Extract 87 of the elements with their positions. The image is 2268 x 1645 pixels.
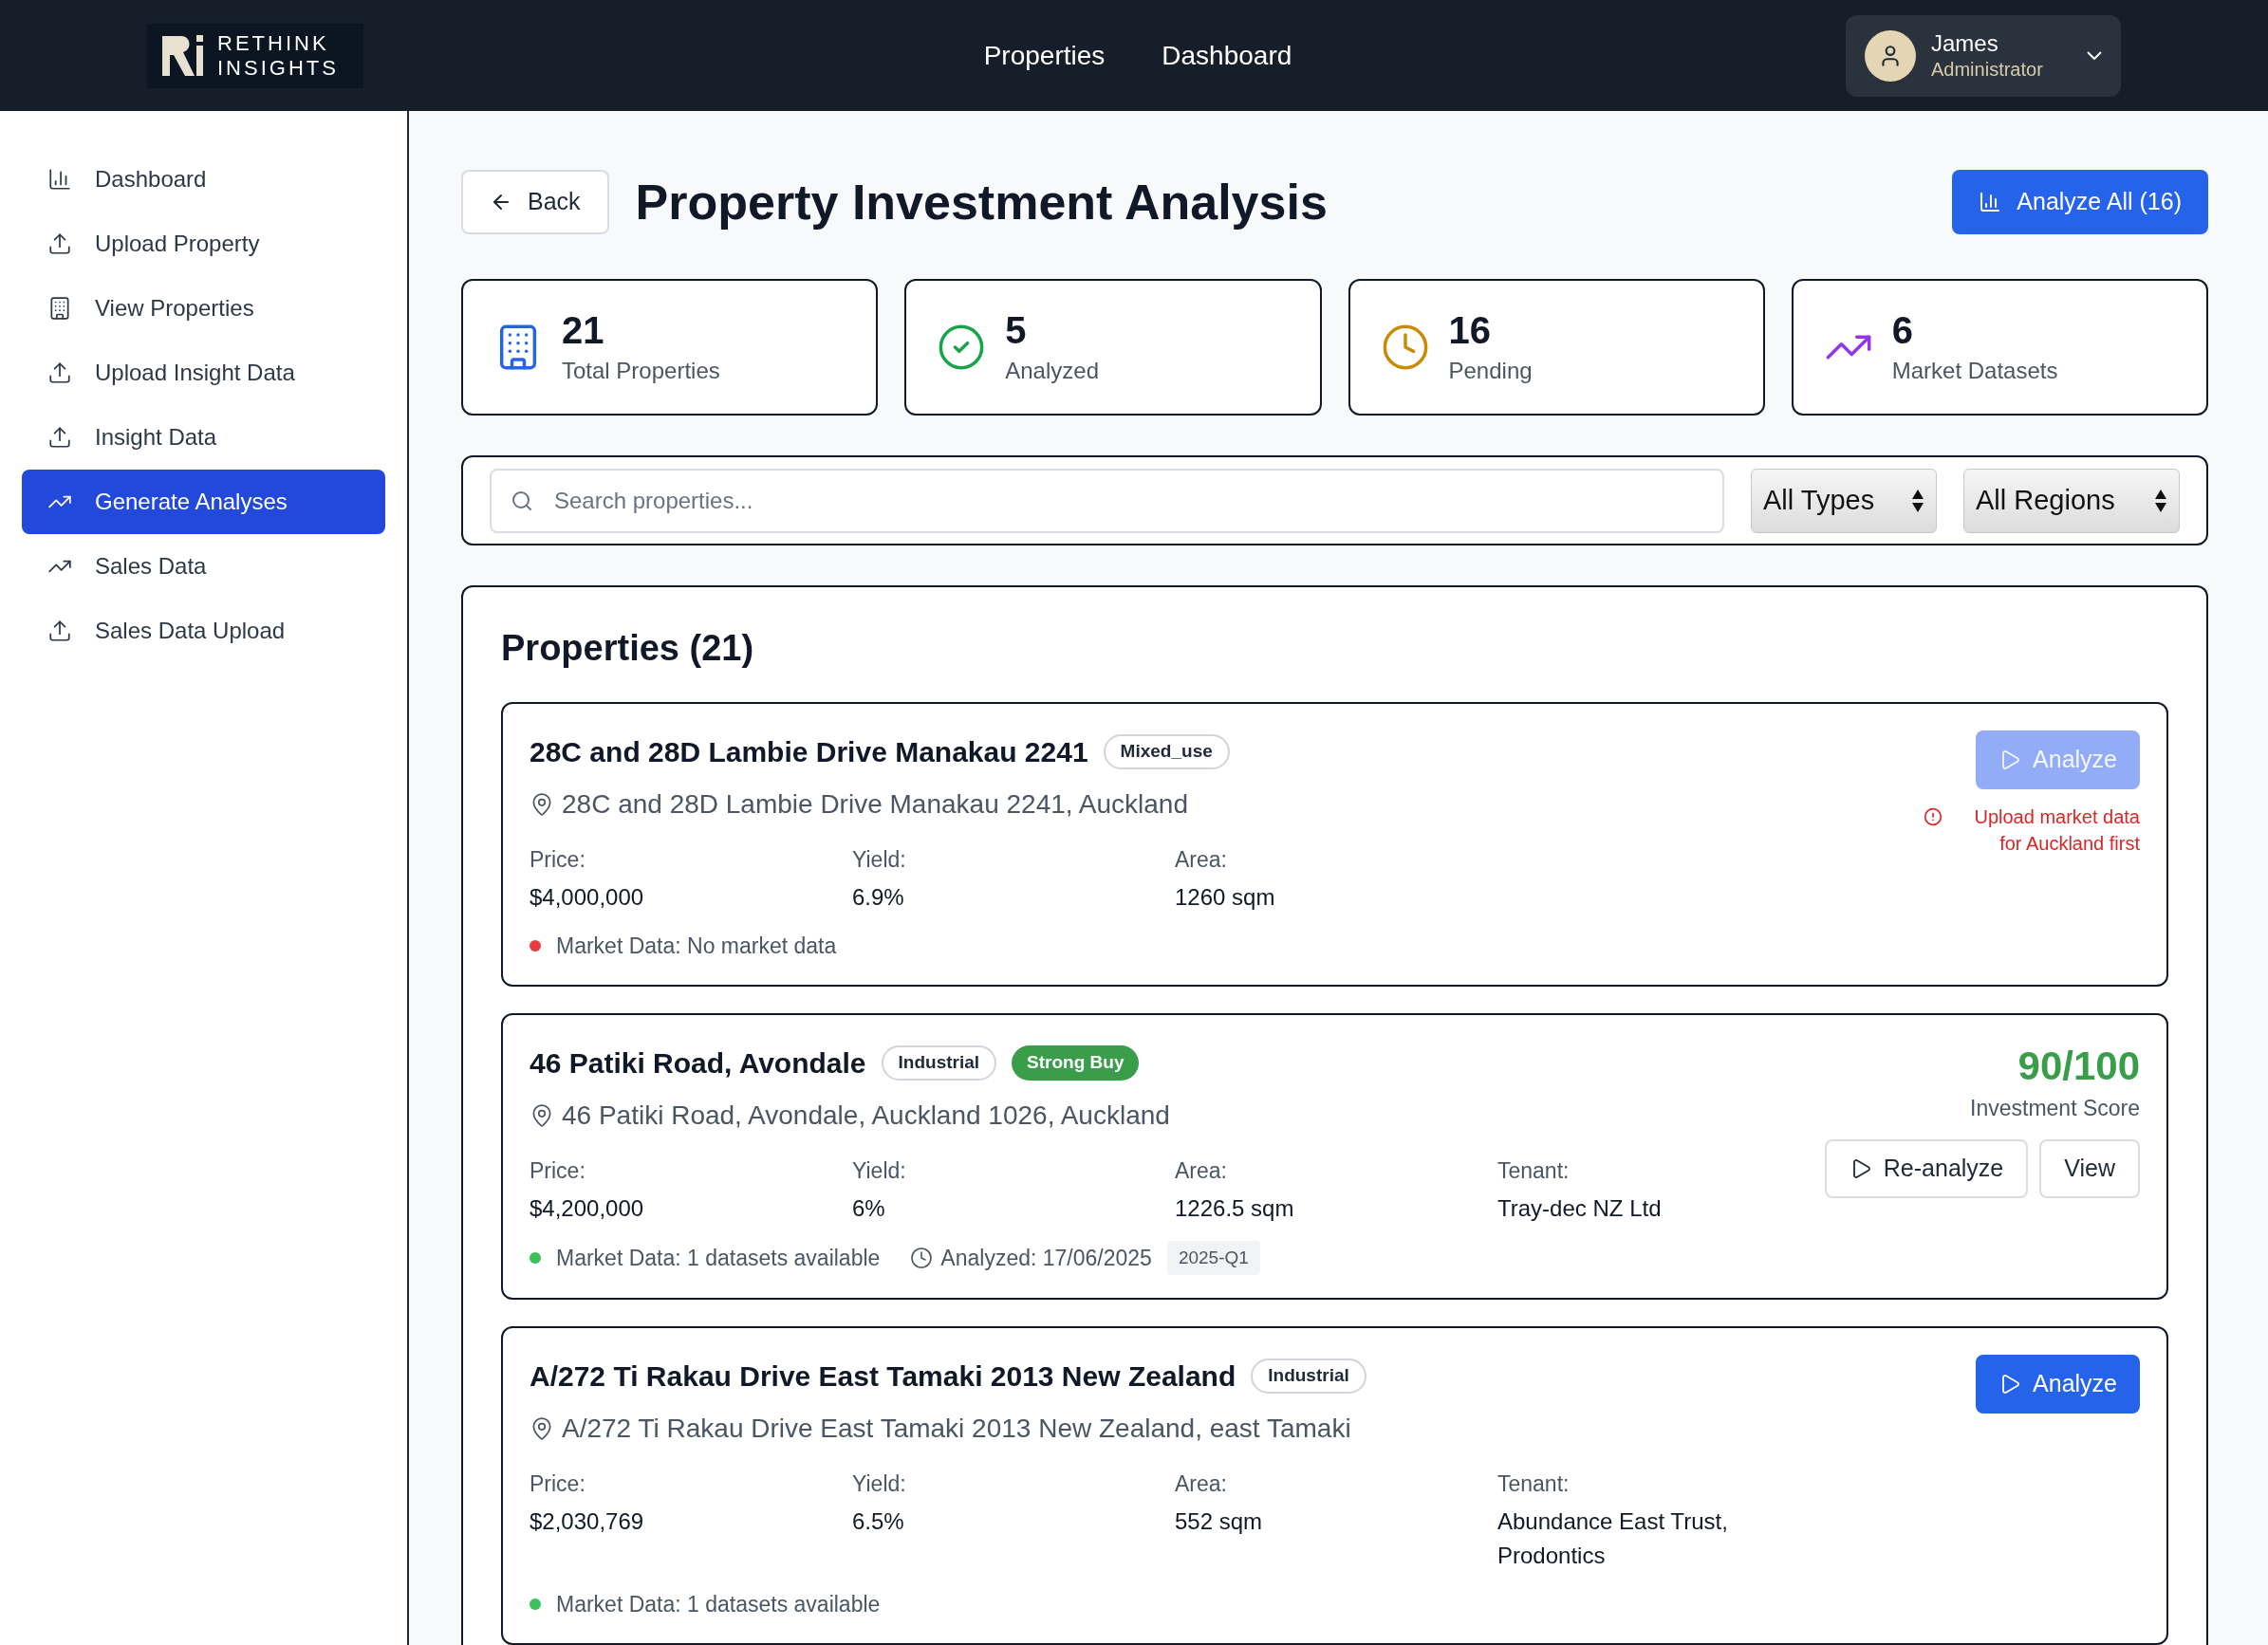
recommendation-tag: Strong Buy xyxy=(1012,1045,1140,1081)
score-label: Investment Score xyxy=(1970,1094,2140,1122)
field-value: Tray-dec NZ Ltd xyxy=(1497,1193,1663,1223)
upload-icon xyxy=(47,425,72,450)
sidebar-item[interactable]: Generate Analyses xyxy=(22,470,385,534)
upload-icon xyxy=(47,231,72,256)
market-data-status: Market Data: No market data xyxy=(556,932,837,960)
stat-label: Pending xyxy=(1448,357,1533,385)
property-title: 28C and 28D Lambie Drive Manakau 2241 xyxy=(530,735,1088,769)
field-label: Yield: xyxy=(852,846,907,874)
field-label: Tenant: xyxy=(1497,1470,1571,1498)
building-icon xyxy=(47,296,72,321)
stat-value: 5 xyxy=(1005,308,1028,353)
field-label: Price: xyxy=(530,1470,586,1498)
play-button[interactable]: Re-analyze xyxy=(1824,1139,2029,1198)
property-address: A/272 Ti Rakau Drive East Tamaki 2013 New Zealand, east Tamaki xyxy=(562,1413,1351,1445)
user-role: Administrator xyxy=(1931,58,2044,82)
field-label: Price: xyxy=(530,1157,586,1185)
quarter-tag: 2025-Q1 xyxy=(1166,1240,1260,1275)
stat-value: 6 xyxy=(1891,308,1914,353)
logo-text: RETHINK xyxy=(217,32,330,54)
back-button[interactable]: Back xyxy=(461,170,609,234)
field-value: 1226.5 sqm xyxy=(1175,1193,1295,1223)
stat-value: 21 xyxy=(562,308,605,353)
field-value: $4,200,000 xyxy=(530,1193,645,1223)
sidebar-item[interactable]: Upload Property xyxy=(22,212,385,276)
field-value: 6% xyxy=(852,1193,886,1223)
nav-link[interactable]: Dashboard xyxy=(1162,35,1292,76)
user-name: James xyxy=(1931,29,1999,58)
clock-icon xyxy=(910,1246,934,1269)
stat-label: Market Datasets xyxy=(1891,357,2058,385)
search-field[interactable]: Search properties... xyxy=(490,468,1724,533)
updown-icon xyxy=(1911,488,1924,513)
updown-icon xyxy=(2154,488,2167,513)
analyzed-date: Analyzed: 17/06/2025 xyxy=(940,1244,1152,1272)
sidebar-item[interactable]: View Properties xyxy=(22,276,385,341)
analyze-all-button[interactable]: Analyze All (16) xyxy=(1952,170,2208,234)
field-value: 6.9% xyxy=(852,882,905,912)
property-address: 28C and 28D Lambie Drive Manakau 2241, Auckland xyxy=(562,788,1188,821)
sidebar-item[interactable]: Dashboard xyxy=(22,147,385,212)
user-menu[interactable]: James Administrator xyxy=(1846,14,2121,97)
upload-icon xyxy=(47,619,72,643)
page-title: Property Investment Analysis xyxy=(635,174,1329,231)
chevron-down-icon xyxy=(2087,51,2102,60)
field-value: 552 sqm xyxy=(1175,1506,1264,1536)
stat-label: Analyzed xyxy=(1005,357,1099,385)
field-label: Tenant: xyxy=(1497,1157,1571,1185)
dropdown[interactable]: All Regions xyxy=(1963,468,2180,533)
field-label: Area: xyxy=(1175,1470,1228,1498)
type-tag: Mixed_use xyxy=(1103,734,1230,769)
market-data-status: Market Data: 1 datasets available xyxy=(556,1590,881,1618)
sidebar-item[interactable]: Upload Insight Data xyxy=(22,341,385,405)
sidebar-item[interactable]: Insight Data xyxy=(22,405,385,470)
warning-text: Upload market data for Auckland first xyxy=(1973,805,2140,856)
stat-label: Total Properties xyxy=(562,357,720,385)
property-title: A/272 Ti Rakau Drive East Tamaki 2013 New Zealand xyxy=(530,1359,1236,1394)
dropdown[interactable]: All Types xyxy=(1751,468,1937,533)
field-label: Area: xyxy=(1175,846,1228,874)
type-tag: Industrial xyxy=(1251,1359,1366,1394)
bar-chart-icon xyxy=(1979,191,2002,213)
sidebar-item[interactable]: Sales Data Upload xyxy=(22,599,385,663)
play-button[interactable]: Analyze xyxy=(1976,1355,2140,1414)
type-tag: Industrial xyxy=(881,1045,997,1081)
alert-icon xyxy=(1924,807,1943,826)
field-label: Area: xyxy=(1175,1157,1228,1185)
nav-link[interactable]: Properties xyxy=(983,35,1106,76)
sidebar-item[interactable]: Sales Data xyxy=(22,534,385,599)
logo[interactable]: RETHINK INSIGHTS xyxy=(147,23,363,88)
field-value: 1260 sqm xyxy=(1175,882,1276,912)
field-value: $2,030,769 xyxy=(530,1506,645,1536)
property-title: 46 Patiki Road, Avondale xyxy=(530,1046,866,1081)
logo-text: INSIGHTS xyxy=(217,57,339,79)
field-label: Yield: xyxy=(852,1157,907,1185)
section-title: Properties (21) xyxy=(501,627,755,670)
stat-value: 16 xyxy=(1448,308,1492,353)
field-label: Yield: xyxy=(852,1470,907,1498)
search-icon xyxy=(511,489,533,512)
bar-chart-icon xyxy=(47,167,72,192)
upload-icon xyxy=(47,360,72,385)
field-value: 6.5% xyxy=(852,1506,905,1536)
market-data-status: Market Data: 1 datasets available xyxy=(556,1244,881,1272)
view-button[interactable]: View xyxy=(2039,1139,2140,1198)
property-address: 46 Patiki Road, Avondale, Auckland 1026, Auckland xyxy=(562,1100,1170,1132)
field-value: $4,000,000 xyxy=(530,882,645,912)
field-value: Abundance East Trust, Prodontics xyxy=(1497,1506,1729,1570)
field-label: Price: xyxy=(530,846,586,874)
investment-score: 90/100 xyxy=(2017,1043,2140,1090)
